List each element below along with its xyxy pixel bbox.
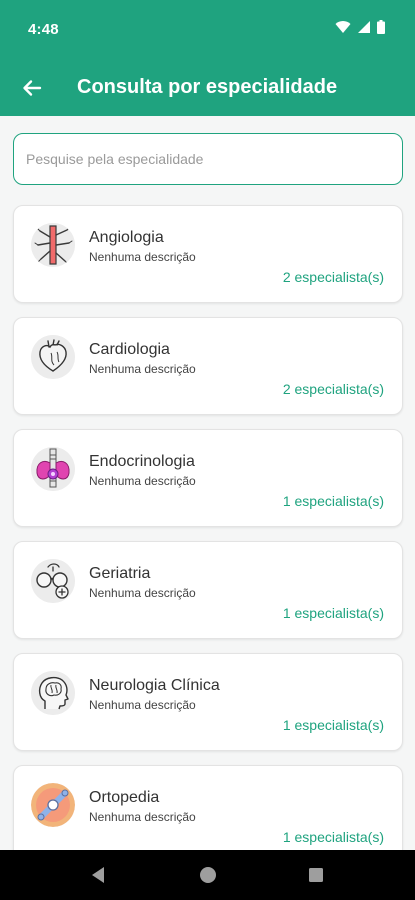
specialty-description: Nenhuma descrição [89, 810, 196, 824]
heart-icon [31, 335, 75, 379]
specialty-name: Geriatria [89, 565, 151, 582]
specialty-name: Angiologia [89, 229, 164, 246]
elderly-glasses-icon [31, 559, 75, 603]
home-circle-icon [200, 867, 216, 883]
specialty-card-cardiologia[interactable]: Cardiologia Nenhuma descrição 2 especial… [13, 317, 403, 415]
specialty-list-container[interactable]: Angiologia Nenhuma descrição 2 especiali… [0, 116, 415, 850]
bone-joint-icon [31, 783, 75, 827]
specialty-description: Nenhuma descrição [89, 586, 196, 600]
status-bar: 4:48 [0, 0, 415, 60]
arrow-left-icon [23, 80, 42, 96]
specialist-count: 1 especialista(s) [282, 493, 384, 509]
back-triangle-icon [92, 867, 104, 883]
search-input[interactable] [14, 134, 402, 184]
specialist-count: 1 especialista(s) [282, 717, 384, 733]
specialty-name: Ortopedia [89, 789, 160, 806]
specialist-count: 2 especialista(s) [282, 381, 384, 397]
specialist-count: 1 especialista(s) [282, 829, 384, 845]
signal-icon [358, 21, 370, 33]
thyroid-icon [31, 447, 75, 491]
specialist-count: 1 especialista(s) [282, 605, 384, 621]
specialty-description: Nenhuma descrição [89, 474, 196, 488]
specialty-card-endocrinologia[interactable]: Endocrinologia Nenhuma descrição 1 espec… [13, 429, 403, 527]
specialty-card-angiologia[interactable]: Angiologia Nenhuma descrição 2 especiali… [13, 205, 403, 303]
specialist-count: 2 especialista(s) [282, 269, 384, 285]
blood-vessels-icon [31, 223, 75, 267]
app-bar: Consulta por especialidade [0, 60, 415, 116]
wifi-icon [335, 21, 351, 33]
battery-icon [377, 20, 385, 34]
page-title: Consulta por especialidade [77, 76, 338, 98]
search-box [13, 133, 403, 185]
status-icons [335, 20, 385, 34]
head-brain-icon [31, 671, 75, 715]
back-button[interactable] [18, 74, 46, 102]
specialty-card-ortopedia[interactable]: Ortopedia Nenhuma descrição 1 especialis… [13, 765, 403, 850]
specialty-name: Neurologia Clínica [89, 677, 220, 694]
specialty-name: Endocrinologia [89, 453, 195, 470]
recents-square-icon [309, 868, 323, 882]
status-time: 4:48 [28, 21, 59, 38]
specialty-name: Cardiologia [89, 341, 170, 358]
nav-recents-button[interactable] [304, 863, 328, 887]
nav-back-button[interactable] [86, 863, 110, 887]
system-navigation-bar [0, 850, 415, 900]
specialty-description: Nenhuma descrição [89, 250, 196, 264]
screen: 4:48 Consulta por especialidade Pesquise… [0, 0, 415, 900]
specialty-card-geriatria[interactable]: Geriatria Nenhuma descrição 1 especialis… [13, 541, 403, 639]
nav-home-button[interactable] [196, 863, 220, 887]
specialty-card-neurologia-clinica[interactable]: Neurologia Clínica Nenhuma descrição 1 e… [13, 653, 403, 751]
specialty-description: Nenhuma descrição [89, 362, 196, 376]
specialty-description: Nenhuma descrição [89, 698, 196, 712]
